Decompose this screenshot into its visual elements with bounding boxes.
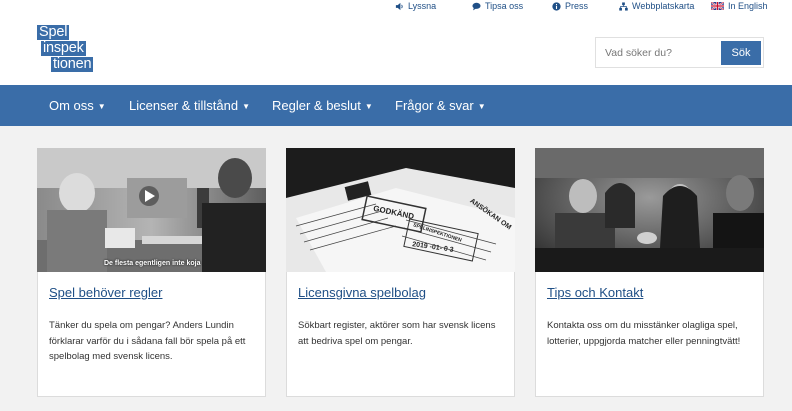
header: Spel inspek tionen Sök — [0, 14, 792, 85]
info-icon — [552, 1, 561, 11]
nav-label: Frågor & svar — [395, 98, 474, 113]
nav-item-fragor[interactable]: Frågor & svar ▼ — [395, 85, 486, 126]
sitemap-link[interactable]: Webbplatskarta — [619, 0, 694, 12]
card-title[interactable]: Spel behöver regler — [49, 285, 162, 300]
nav-item-om-oss[interactable]: Om oss ▼ — [49, 85, 106, 126]
people-photo — [535, 148, 764, 272]
press-label: Press — [565, 1, 589, 11]
document-image: GODKÄND SPELINSPEKTIONEN 2019 -01- 0 3 A… — [286, 148, 515, 272]
logo-line-1: Spel — [37, 24, 70, 40]
spelinspektionen-logo[interactable]: Spel inspek tionen — [37, 25, 107, 75]
english-label: In English — [728, 1, 768, 11]
nav-label: Om oss — [49, 98, 94, 113]
speaker-icon — [395, 2, 404, 11]
chevron-down-icon: ▼ — [242, 102, 251, 111]
chat-bubble-icon — [472, 2, 481, 11]
chevron-down-icon: ▼ — [364, 102, 373, 111]
logo-line-2: inspek — [41, 40, 86, 56]
english-link[interactable]: In English — [711, 0, 768, 12]
search-input[interactable] — [597, 39, 717, 66]
nav-label: Licenser & tillstånd — [129, 98, 239, 113]
nav-label: Regler & beslut — [272, 98, 361, 113]
main-navigation: Om oss ▼ Licenser & tillstånd ▼ Regler &… — [0, 85, 792, 126]
card-licensgivna-spelbolag[interactable]: GODKÄND SPELINSPEKTIONEN 2019 -01- 0 3 A… — [286, 148, 515, 397]
nav-item-regler[interactable]: Regler & beslut ▼ — [272, 85, 373, 126]
card-title[interactable]: Tips och Kontakt — [547, 285, 643, 300]
search-button[interactable]: Sök — [721, 41, 761, 65]
sitemap-icon — [619, 1, 628, 11]
card-description: Tänker du spela om pengar? Anders Lundin… — [49, 320, 246, 362]
logo-line-3: tionen — [51, 56, 94, 72]
listen-link[interactable]: Lyssna — [395, 0, 436, 12]
uk-flag-icon — [711, 2, 724, 11]
utility-bar: Lyssna Tipsa oss Press Webbplatskarta In… — [0, 0, 792, 14]
press-link[interactable]: Press — [552, 0, 588, 12]
nav-item-licenser[interactable]: Licenser & tillstånd ▼ — [129, 85, 250, 126]
tip-link[interactable]: Tipsa oss — [472, 0, 523, 12]
chevron-down-icon: ▼ — [97, 102, 106, 111]
tip-label: Tipsa oss — [485, 1, 524, 11]
chevron-down-icon: ▼ — [477, 102, 486, 111]
search-box: Sök — [595, 37, 764, 68]
video-thumbnail[interactable]: De flesta egentligen inte koja — [37, 148, 266, 272]
card-description: Sökbart register, aktörer som har svensk… — [298, 320, 496, 347]
card-title[interactable]: Licensgivna spelbolag — [298, 285, 426, 300]
listen-label: Lyssna — [408, 1, 437, 11]
video-subtitle: De flesta egentligen inte koja — [104, 260, 201, 267]
sitemap-label: Webbplatskarta — [632, 1, 695, 11]
page: Lyssna Tipsa oss Press Webbplatskarta In… — [0, 0, 792, 411]
card-description: Kontakta oss om du misstänker olagliga s… — [547, 320, 741, 347]
card-spel-behover-regler[interactable]: De flesta egentligen inte koja Spel behö… — [37, 148, 266, 397]
card-tips-och-kontakt[interactable]: Tips och Kontakt Kontakta oss om du miss… — [535, 148, 764, 397]
